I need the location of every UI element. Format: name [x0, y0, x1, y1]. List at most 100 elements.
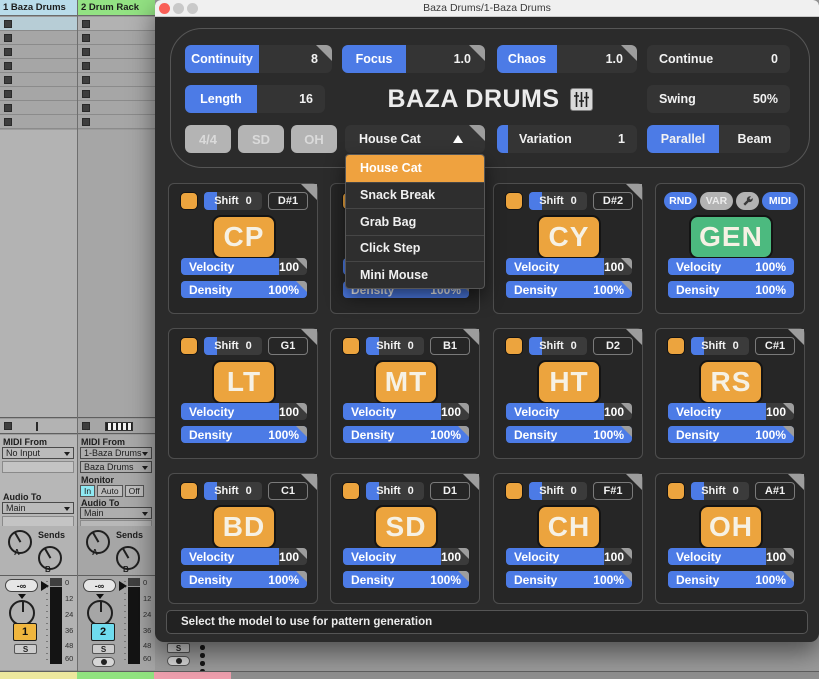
pad-shift-control[interactable]: Shift0 [366, 482, 424, 500]
arm-button-track3[interactable] [167, 656, 190, 666]
pad-trigger-button[interactable]: RS [699, 360, 763, 404]
audio-to-select[interactable]: Main [80, 507, 152, 519]
clip-stop-button[interactable] [4, 118, 12, 126]
clip-slot[interactable] [78, 31, 155, 45]
clip-drop-area[interactable] [78, 130, 155, 418]
model-menu-item[interactable]: Grab Bag [346, 208, 484, 235]
midi-from-select[interactable]: No Input [2, 447, 74, 459]
audio-to-select[interactable]: Main [2, 502, 74, 514]
clip-stop-button[interactable] [82, 104, 90, 112]
track-header-2[interactable]: 2 Drum Rack [78, 0, 155, 16]
density-slider[interactable]: Density100% [668, 281, 794, 298]
pad-note-box[interactable]: A#1 [755, 482, 795, 500]
clip-slot[interactable] [78, 73, 155, 87]
velocity-slider[interactable]: Velocity100 [668, 403, 794, 420]
send-a-knob[interactable] [8, 530, 32, 554]
clip-stop-button[interactable] [82, 118, 90, 126]
clip-stop-button[interactable] [82, 20, 90, 28]
clip-stop-button[interactable] [4, 76, 12, 84]
pad-enable-checkbox[interactable] [342, 482, 360, 500]
clip-stop-button[interactable] [4, 20, 12, 28]
gen-button[interactable]: GEN [689, 215, 773, 259]
pad-note-box[interactable]: F#1 [593, 482, 633, 500]
model-menu-item[interactable]: Snack Break [346, 182, 484, 209]
clip-stop-button[interactable] [4, 34, 12, 42]
pad-shift-control[interactable]: Shift0 [529, 192, 587, 210]
solo-button-track3[interactable]: S [167, 643, 190, 653]
pad-note-box[interactable]: C#1 [755, 337, 795, 355]
clip-slot[interactable] [78, 115, 155, 129]
pad-enable-checkbox[interactable] [342, 337, 360, 355]
rnd-button[interactable]: RND [664, 192, 697, 210]
send-a-knob[interactable] [86, 530, 110, 554]
clip-stop-button[interactable] [4, 90, 12, 98]
pad-note-box[interactable]: D2 [593, 337, 633, 355]
velocity-slider[interactable]: Velocity100 [506, 548, 632, 565]
pad-trigger-button[interactable]: LT [212, 360, 276, 404]
pad-enable-checkbox[interactable] [180, 337, 198, 355]
track-activator-1[interactable]: 1 [13, 623, 37, 641]
clip-slot[interactable] [0, 31, 77, 45]
pad-enable-checkbox[interactable] [505, 337, 523, 355]
pad-enable-checkbox[interactable] [667, 482, 685, 500]
wrench-button[interactable] [736, 192, 759, 210]
clip-stop-button[interactable] [4, 62, 12, 70]
clip-slot[interactable] [78, 17, 155, 31]
pad-note-box[interactable]: G1 [268, 337, 308, 355]
pad-enable-checkbox[interactable] [505, 482, 523, 500]
clip-slot[interactable] [78, 59, 155, 73]
model-menu-item[interactable]: Click Step [346, 235, 484, 262]
clip-stop-button[interactable] [4, 48, 12, 56]
pad-enable-checkbox[interactable] [180, 192, 198, 210]
velocity-slider[interactable]: Velocity100 [506, 403, 632, 420]
pad-trigger-button[interactable]: CP [212, 215, 276, 259]
monitor-off-button[interactable]: Off [125, 485, 144, 497]
clip-stop-button[interactable] [82, 76, 90, 84]
velocity-slider[interactable]: Velocity100 [343, 403, 469, 420]
velocity-slider[interactable]: Velocity100 [181, 258, 307, 275]
clip-stop-button[interactable] [82, 48, 90, 56]
model-menu-item[interactable]: House Cat [346, 155, 484, 182]
pad-trigger-button[interactable]: OH [699, 505, 763, 549]
pad-shift-control[interactable]: Shift0 [204, 482, 262, 500]
clip-drop-area[interactable] [0, 130, 77, 418]
track-status-display[interactable] [78, 419, 155, 434]
velocity-slider[interactable]: Velocity100 [506, 258, 632, 275]
midi-channel-select[interactable]: Baza Drums [80, 461, 152, 473]
clip-slot[interactable] [78, 87, 155, 101]
pad-shift-control[interactable]: Shift0 [529, 337, 587, 355]
velocity-slider[interactable]: Velocity100% [668, 258, 794, 275]
track-status-display[interactable] [0, 419, 77, 434]
monitor-auto-button[interactable]: Auto [97, 485, 123, 497]
pad-shift-control[interactable]: Shift0 [691, 482, 749, 500]
pad-note-box[interactable]: B1 [430, 337, 470, 355]
density-slider[interactable]: Density100% [668, 571, 794, 588]
clip-slot[interactable] [78, 101, 155, 115]
midi-button[interactable]: MIDI [762, 192, 798, 210]
clip-slot[interactable] [78, 45, 155, 59]
density-slider[interactable]: Density100% [506, 281, 632, 298]
pad-enable-checkbox[interactable] [180, 482, 198, 500]
pad-shift-control[interactable]: Shift0 [691, 337, 749, 355]
clip-stop-button[interactable] [82, 34, 90, 42]
track-activator-2[interactable]: 2 [91, 623, 115, 641]
clip-stop-button[interactable] [82, 62, 90, 70]
model-menu-item[interactable]: Mini Mouse [346, 261, 484, 288]
solo-button[interactable]: S [92, 644, 115, 654]
velocity-slider[interactable]: Velocity100 [181, 403, 307, 420]
clip-slot[interactable] [0, 45, 77, 59]
pad-enable-checkbox[interactable] [505, 192, 523, 210]
density-slider[interactable]: Density100% [181, 426, 307, 443]
clip-stop-button[interactable] [82, 90, 90, 98]
pad-shift-control[interactable]: Shift0 [366, 337, 424, 355]
clip-slot[interactable] [0, 115, 77, 129]
pad-shift-control[interactable]: Shift0 [204, 192, 262, 210]
clip-slot[interactable] [0, 87, 77, 101]
pad-note-box[interactable]: D1 [430, 482, 470, 500]
pad-trigger-button[interactable]: CH [537, 505, 601, 549]
clip-slot[interactable] [0, 73, 77, 87]
clip-slot[interactable] [0, 17, 77, 31]
velocity-slider[interactable]: Velocity100 [181, 548, 307, 565]
pad-trigger-button[interactable]: CY [537, 215, 601, 259]
midi-from-select[interactable]: 1-Baza Drums [80, 447, 152, 459]
